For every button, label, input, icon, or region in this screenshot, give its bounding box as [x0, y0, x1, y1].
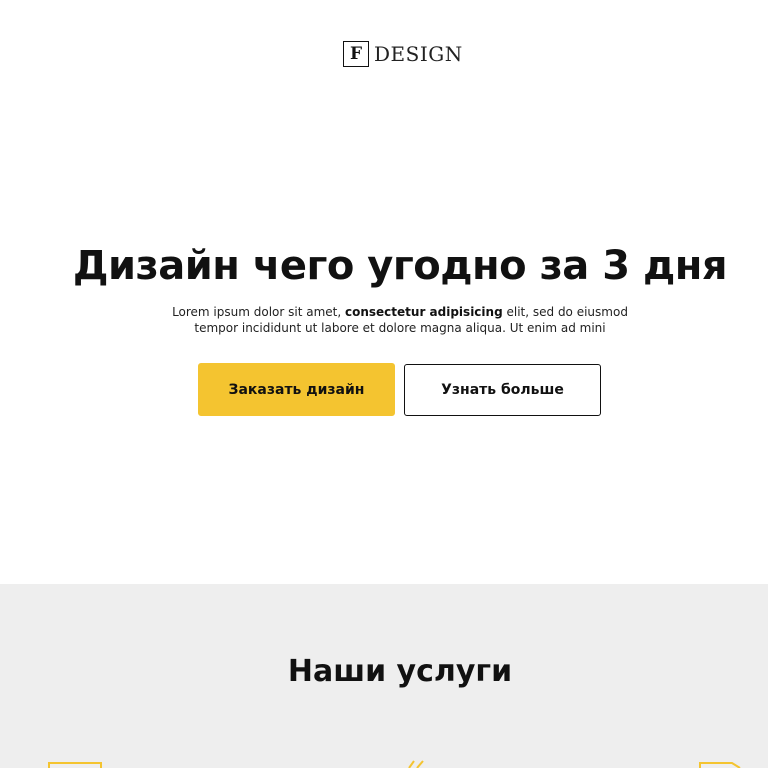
logo-mark: F [343, 41, 369, 67]
services-title: Наши услуги [287, 654, 513, 689]
order-design-button[interactable]: Заказать дизайн [198, 363, 395, 416]
pencil-icon [408, 760, 424, 768]
hero-title: Дизайн чего угодно за 3 дня [72, 243, 728, 289]
hero-subtitle: Lorem ipsum dolor sit amet, consectetur … [150, 304, 650, 336]
learn-more-button[interactable]: Узнать больше [404, 364, 601, 416]
hero-subtitle-bold: consectetur adipisicing [345, 305, 503, 319]
document-icon [699, 762, 741, 768]
logo[interactable]: F DESIGN [343, 41, 463, 67]
logo-text: DESIGN [374, 42, 463, 66]
monitor-icon [48, 762, 102, 768]
landing-page: F DESIGN Дизайн чего угодно за 3 дня Lor… [0, 0, 768, 768]
hero-subtitle-start: Lorem ipsum dolor sit amet, [172, 305, 345, 319]
